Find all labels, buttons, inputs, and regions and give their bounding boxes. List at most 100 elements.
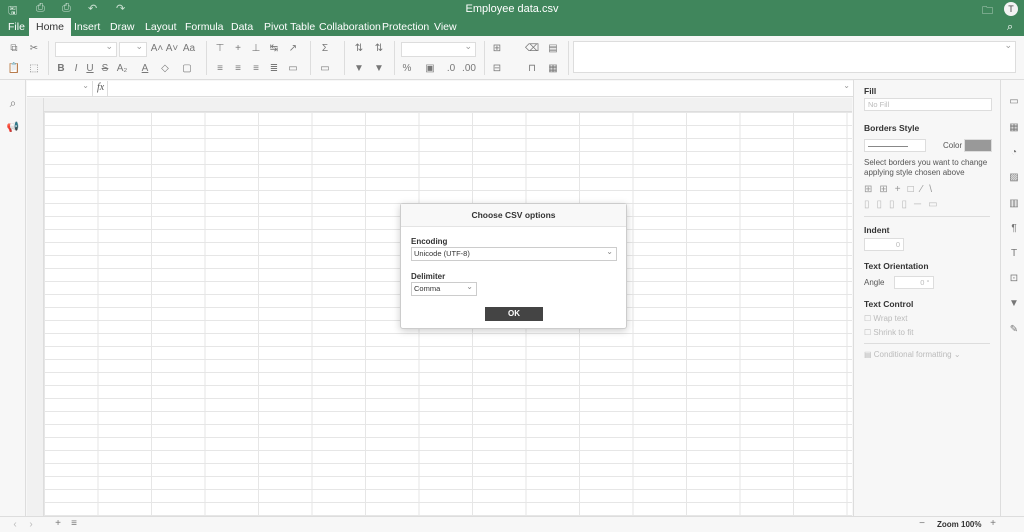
indent-heading: Indent [864, 225, 890, 235]
border-style-select[interactable] [864, 139, 926, 152]
tab-formula[interactable]: Formula [178, 18, 231, 36]
conditional-format-icon[interactable]: ▤ [546, 43, 560, 54]
format-as-table-icon[interactable]: ▦ [546, 63, 560, 74]
tab-file[interactable]: File [1, 18, 32, 36]
delimiter-select[interactable]: Comma [411, 281, 477, 296]
csv-options-dialog: Choose CSV options Encoding Unicode (UTF… [400, 203, 627, 329]
text-art-settings-icon[interactable]: T [1007, 248, 1021, 259]
sort-desc-icon[interactable]: ⇅ [372, 43, 386, 54]
indent-input[interactable]: 0 [864, 238, 904, 251]
chart-settings-icon[interactable]: ▥ [1007, 198, 1021, 209]
named-ranges-icon[interactable]: ▭ [318, 63, 332, 74]
align-top-icon[interactable]: ⊤ [213, 43, 227, 54]
ok-button[interactable]: OK [485, 307, 543, 321]
shrink-to-fit-label: Shrink to fit [873, 328, 914, 337]
border-buttons-row-1[interactable]: ⊞⊞+□⁄\ [864, 184, 990, 195]
search-icon[interactable]: ⌕ [6, 96, 20, 111]
image-settings-icon[interactable]: ▨ [1007, 172, 1021, 183]
currency-icon[interactable]: ▣ [423, 63, 437, 74]
sum-icon[interactable]: Σ [318, 43, 332, 54]
tab-layout[interactable]: Layout [138, 18, 184, 36]
wrap-text-icon[interactable]: ↹ [267, 43, 281, 54]
signature-settings-icon[interactable]: ✎ [1007, 324, 1021, 335]
text-orientation-heading: Text Orientation [864, 261, 929, 271]
align-center-icon[interactable]: ≡ [231, 63, 245, 74]
prev-sheet-icon[interactable]: ‹ [8, 519, 22, 530]
cut-icon[interactable]: ✂ [27, 43, 41, 54]
cell-styles-gallery[interactable] [573, 40, 1016, 73]
avatar[interactable]: T [1004, 2, 1018, 16]
feedback-icon[interactable]: 📢 [6, 122, 20, 133]
clear-icon[interactable]: ⌫ [525, 43, 539, 54]
decrease-font-icon[interactable]: A˅ [165, 43, 179, 54]
borders-hint: Select borders you want to change applyi… [864, 158, 988, 177]
row-headers[interactable] [27, 98, 44, 516]
increase-font-icon[interactable]: A˄ [150, 43, 164, 54]
paste-icon[interactable]: 📋 [7, 63, 21, 74]
conditional-formatting-button[interactable]: ▤ Conditional formatting ⌄ [864, 350, 990, 359]
justify-icon[interactable]: ≣ [267, 63, 281, 74]
tab-draw[interactable]: Draw [103, 18, 142, 36]
wrap-text-label: Wrap text [873, 314, 908, 323]
sort-asc-icon[interactable]: ⇅ [352, 43, 366, 54]
tab-insert[interactable]: Insert [67, 18, 107, 36]
borders-icon[interactable]: ▢ [180, 63, 194, 74]
clear-filter-icon[interactable]: ▼ [372, 63, 386, 74]
shape-settings-icon[interactable]: ◔ [1007, 147, 1021, 158]
sheet-list-icon[interactable]: ≡ [67, 518, 81, 529]
fill-select[interactable]: No Fill [864, 98, 992, 111]
paragraph-settings-icon[interactable]: ¶ [1007, 223, 1021, 234]
pivot-settings-icon[interactable]: ⊡ [1007, 273, 1021, 284]
align-middle-icon[interactable]: + [231, 43, 245, 54]
dialog-title: Choose CSV options [401, 204, 626, 227]
percent-icon[interactable]: % [400, 63, 414, 74]
underline-icon[interactable]: U [83, 63, 97, 74]
font-color-icon[interactable]: A [138, 63, 152, 74]
delete-cells-icon[interactable]: ⊟ [490, 63, 504, 74]
fx-button[interactable]: fx [97, 82, 104, 93]
name-box[interactable]: ⌄ [27, 81, 93, 96]
number-format-select[interactable] [401, 41, 476, 57]
column-headers[interactable] [27, 98, 852, 112]
merge-icon[interactable]: ▭ [286, 63, 300, 74]
wrap-text-checkbox[interactable]: ☐ Wrap text [864, 314, 990, 323]
tab-view[interactable]: View [427, 18, 464, 36]
filter-icon[interactable]: ▼ [352, 63, 366, 74]
italic-icon[interactable]: I [69, 63, 83, 74]
align-left-icon[interactable]: ≡ [213, 63, 227, 74]
zoom-in-icon[interactable]: + [986, 518, 1000, 529]
format-painter-icon[interactable]: ⊓ [525, 63, 539, 74]
copy-icon[interactable]: ⧉ [7, 43, 21, 54]
encoding-select[interactable]: Unicode (UTF-8) [411, 246, 617, 261]
change-case-icon[interactable]: Aa [182, 43, 196, 54]
fill-heading: Fill [864, 86, 877, 96]
select-all-icon[interactable]: ⬚ [27, 63, 41, 74]
decrease-decimal-icon[interactable]: .0 [444, 63, 458, 74]
tab-data[interactable]: Data [224, 18, 260, 36]
increase-decimal-icon[interactable]: .00 [462, 63, 476, 74]
slicer-settings-icon[interactable]: ▼ [1007, 298, 1021, 309]
next-sheet-icon[interactable]: › [24, 519, 38, 530]
tab-home[interactable]: Home [29, 18, 72, 36]
align-right-icon[interactable]: ≡ [249, 63, 263, 74]
angle-input[interactable]: 0 ° [893, 276, 934, 289]
search-icon[interactable]: ⌕ [1007, 21, 1013, 34]
shrink-to-fit-checkbox[interactable]: ☐ Shrink to fit [864, 328, 990, 337]
subscript-icon[interactable]: A₂ [115, 63, 129, 74]
border-color-picker[interactable] [964, 139, 992, 152]
table-settings-icon[interactable]: ▦ [1007, 122, 1021, 133]
orientation-icon[interactable]: ↗ [286, 43, 300, 54]
font-size-select[interactable] [119, 41, 147, 57]
add-sheet-icon[interactable]: + [51, 518, 65, 529]
border-buttons-row-2[interactable]: ▯▯▯▯─▭ [864, 199, 990, 210]
fill-color-icon[interactable]: ◇ [158, 63, 172, 74]
align-bottom-icon[interactable]: ⊥ [249, 43, 263, 54]
strikethrough-icon[interactable]: S [98, 63, 112, 74]
zoom-out-icon[interactable]: − [915, 518, 929, 529]
color-label: Color [943, 141, 963, 150]
insert-cells-icon[interactable]: ⊞ [490, 43, 504, 54]
font-name-select[interactable] [55, 41, 117, 57]
formula-input[interactable]: ⌄ [107, 81, 853, 96]
bold-icon[interactable]: B [54, 63, 68, 74]
cell-settings-icon[interactable]: ▭ [1007, 96, 1021, 107]
